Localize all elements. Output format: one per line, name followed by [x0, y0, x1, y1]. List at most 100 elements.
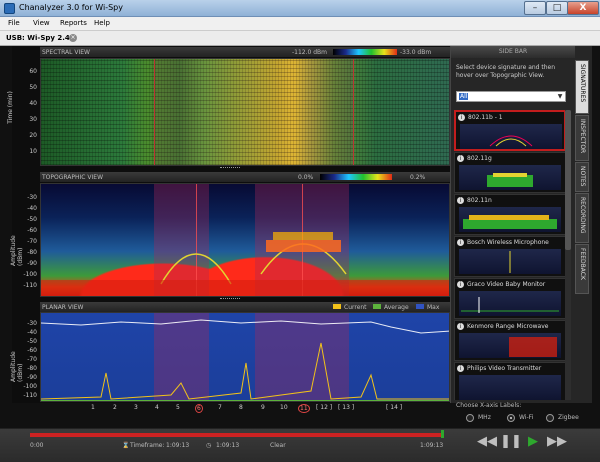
- x-tick: 7: [218, 404, 222, 411]
- current-time: 1:09:13: [216, 442, 240, 449]
- spectral-ytick: 60: [29, 68, 37, 75]
- signature-item[interactable]: i 802.11n: [454, 194, 566, 235]
- x-tick: [ 12 ]: [316, 404, 333, 411]
- title-bar: Chanalyzer 3.0 for Wi-Spy – □ X: [0, 0, 600, 17]
- x-tick-selected: 6: [195, 404, 203, 413]
- topographic-ytick: -90: [27, 260, 37, 267]
- menu-reports[interactable]: Reports: [60, 19, 87, 27]
- signature-item[interactable]: i Philips Video Transmitter: [454, 362, 566, 400]
- tab-notes[interactable]: NOTES: [575, 162, 589, 192]
- spectral-plot[interactable]: [40, 58, 450, 166]
- clear-button[interactable]: Clear: [270, 442, 286, 449]
- x-tick: 9: [261, 404, 265, 411]
- timeline-handle[interactable]: [441, 430, 444, 438]
- minimize-button[interactable]: –: [524, 1, 546, 15]
- tab-feedback[interactable]: FEEDBACK: [575, 244, 589, 294]
- signature-item[interactable]: i 802.11b - 1: [454, 110, 566, 151]
- fast-forward-icon[interactable]: ▶▶: [546, 433, 568, 451]
- radio-mhz[interactable]: [466, 414, 474, 422]
- signature-item[interactable]: i Graco Video Baby Monitor: [454, 278, 566, 319]
- pause-icon[interactable]: ❚❚: [500, 433, 522, 451]
- info-icon[interactable]: i: [457, 197, 464, 204]
- planar-plot[interactable]: [40, 312, 450, 402]
- chevron-down-icon[interactable]: ▼: [556, 93, 564, 101]
- info-icon[interactable]: i: [457, 239, 464, 246]
- timeframe-label: Timeframe:: [130, 442, 165, 449]
- radio-wifi-label: Wi-Fi: [519, 414, 534, 421]
- tab-label: NOTES: [579, 166, 586, 187]
- planar-title: PLANAR VIEW: [42, 304, 84, 311]
- menu-help[interactable]: Help: [94, 19, 110, 27]
- x-tick-selected: 11: [298, 404, 310, 413]
- maximize-button[interactable]: □: [546, 1, 568, 15]
- tab-inspector[interactable]: INSPECTOR: [575, 115, 589, 161]
- topographic-plot[interactable]: [40, 183, 450, 297]
- splitter-handle[interactable]: [220, 167, 240, 170]
- topographic-ytick: -30: [27, 194, 37, 201]
- legend-current-swatch: [333, 304, 341, 309]
- main-analysis-panel: SPECTRAL VIEW -112.0 dBm -33.0 dBm Time …: [7, 46, 452, 413]
- signature-item[interactable]: i Bosch Wireless Microphone: [454, 236, 566, 277]
- radio-zigbee[interactable]: [546, 414, 554, 422]
- tab-recording[interactable]: RECORDING: [575, 193, 589, 243]
- play-icon[interactable]: ▶: [522, 433, 544, 451]
- info-icon[interactable]: i: [457, 281, 464, 288]
- side-bar-tabs: SIGNATURES INSPECTOR NOTES RECORDING FEE…: [575, 60, 589, 300]
- timeline-track[interactable]: [30, 433, 444, 437]
- menu-view[interactable]: View: [33, 19, 50, 27]
- scrollbar-thumb[interactable]: [565, 110, 571, 250]
- info-icon[interactable]: i: [457, 323, 464, 330]
- info-icon[interactable]: i: [458, 114, 465, 121]
- x-tick: [ 14 ]: [386, 404, 403, 411]
- planar-header: PLANAR VIEW Current Average Max: [40, 302, 452, 312]
- device-close-icon[interactable]: ×: [69, 34, 77, 42]
- radio-wifi[interactable]: [507, 414, 515, 422]
- topographic-ytick: -60: [27, 227, 37, 234]
- legend-max-swatch: [416, 304, 424, 309]
- signature-label: 802.11n: [467, 197, 492, 204]
- signature-label: Kenmore Range Microwave: [467, 323, 549, 330]
- topographic-ytick: -50: [27, 216, 37, 223]
- spectral-ytick: 30: [29, 116, 37, 123]
- planar-ytick: -40: [27, 329, 37, 336]
- signature-item[interactable]: i 802.11g: [454, 152, 566, 193]
- topographic-signature-curves: [41, 232, 449, 296]
- signature-thumbnail: [459, 249, 561, 274]
- rewind-icon[interactable]: ◀◀: [476, 433, 498, 451]
- x-tick: 3: [134, 404, 138, 411]
- device-tab[interactable]: USB: Wi-Spy 2.4x: [6, 34, 74, 42]
- timeline-end: 1:09:13: [420, 442, 444, 449]
- legend-max-label: Max: [427, 304, 440, 311]
- topographic-ytick: -40: [27, 205, 37, 212]
- spectral-color-scale: [333, 49, 397, 55]
- signature-label: 802.11g: [467, 155, 492, 162]
- tab-label: SIGNATURES: [579, 64, 586, 103]
- side-bar: SIDE BAR Select device signature and the…: [450, 46, 592, 403]
- close-button[interactable]: X: [567, 1, 599, 15]
- planar-ytick: -50: [27, 338, 37, 345]
- signature-filter-select[interactable]: All ▼: [456, 91, 566, 102]
- tab-signatures[interactable]: SIGNATURES: [575, 60, 589, 114]
- device-tab-bar: USB: Wi-Spy 2.4x ×: [0, 31, 600, 46]
- topographic-ytick: -80: [27, 249, 37, 256]
- x-axis-channel-labels: 1 2 3 4 5 6 7 8 9 10 11 [ 12 ] [ 13 ] [ …: [40, 404, 450, 416]
- spectral-title: SPECTRAL VIEW: [42, 49, 90, 56]
- topographic-y-title: Amplitude (dBm): [10, 235, 24, 266]
- side-bar-instructions: Select device signature and then hover o…: [456, 64, 556, 79]
- app-icon: [4, 3, 15, 14]
- legend-average-swatch: [373, 304, 381, 309]
- planar-traces: [41, 319, 449, 401]
- signature-label: Graco Video Baby Monitor: [467, 281, 546, 288]
- splitter-handle[interactable]: [220, 298, 240, 301]
- spectral-header: SPECTRAL VIEW -112.0 dBm -33.0 dBm: [40, 47, 452, 57]
- topographic-color-scale: [320, 174, 392, 180]
- x-axis-label-chooser: Choose X-axis Labels: MHz Wi-Fi Zigbee: [456, 402, 596, 428]
- signature-label: 802.11b - 1: [468, 114, 503, 121]
- menu-file[interactable]: File: [8, 19, 20, 27]
- side-bar-header[interactable]: SIDE BAR: [451, 46, 575, 58]
- signature-item[interactable]: i Kenmore Range Microwave: [454, 320, 566, 361]
- info-icon[interactable]: i: [457, 155, 464, 162]
- signature-list-scrollbar[interactable]: [565, 110, 571, 400]
- clock-icon: ◷: [206, 442, 212, 449]
- info-icon[interactable]: i: [457, 365, 464, 372]
